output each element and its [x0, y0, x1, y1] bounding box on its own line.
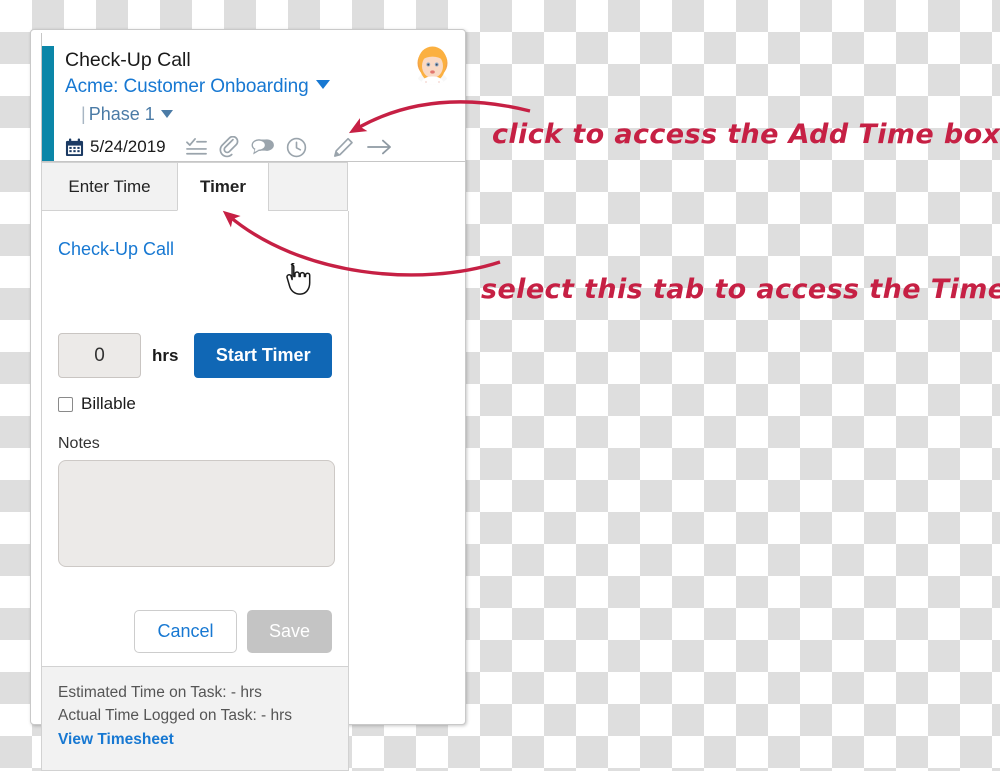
task-header: Check-Up Call Acme: Customer Onboarding … — [41, 33, 466, 162]
header-action-group — [333, 137, 392, 158]
calendar-icon — [65, 137, 84, 157]
tab-label: Timer — [200, 176, 246, 196]
hours-input[interactable] — [58, 333, 141, 378]
task-accent-bar — [42, 46, 54, 161]
project-link[interactable]: Acme: Customer Onboarding — [65, 76, 309, 97]
billable-checkbox[interactable] — [58, 396, 73, 412]
arrow-right-icon[interactable] — [366, 138, 392, 156]
phase-divider: | — [81, 104, 86, 124]
chevron-down-icon[interactable] — [315, 80, 330, 89]
checklist-icon[interactable] — [185, 137, 207, 158]
tab-enter-time[interactable]: Enter Time — [41, 162, 178, 211]
tab-bar: Enter Time Timer — [41, 162, 349, 211]
add-time-panel: Check-Up Call Acme: Customer Onboarding … — [41, 33, 466, 771]
time-summary-footer: Estimated Time on Task: - hrs Actual Tim… — [41, 666, 349, 771]
header-icon-group — [185, 136, 307, 158]
billable-row[interactable]: Billable — [58, 394, 332, 414]
view-timesheet-link[interactable]: View Timesheet — [58, 727, 174, 752]
cancel-button[interactable]: Cancel — [134, 610, 237, 653]
notes-textarea[interactable] — [58, 460, 335, 567]
start-timer-button[interactable]: Start Timer — [194, 333, 332, 378]
task-name-link[interactable]: Check-Up Call — [58, 211, 332, 260]
tab-timer[interactable]: Timer — [177, 162, 269, 211]
phase-row: | Phase 1 — [65, 101, 457, 129]
tab-blank[interactable] — [268, 162, 348, 211]
chevron-down-icon[interactable] — [160, 110, 173, 118]
billable-label: Billable — [81, 394, 136, 413]
annotation-click-add-time: click to access the Add Time box — [492, 119, 1000, 150]
timer-controls-row: hrs Start Timer — [58, 333, 332, 378]
timer-form: Check-Up Call hrs Start Timer Billable N… — [41, 211, 349, 666]
estimated-time-text: Estimated Time on Task: - hrs — [58, 684, 262, 701]
pencil-icon[interactable] — [333, 137, 354, 158]
project-row: Acme: Customer Onboarding — [65, 73, 457, 101]
save-button[interactable]: Save — [247, 610, 332, 653]
phase-link[interactable]: Phase 1 — [89, 104, 155, 124]
task-card: Check-Up Call Acme: Customer Onboarding … — [30, 29, 466, 771]
chat-bubble-icon[interactable] — [251, 137, 274, 157]
tab-label: Enter Time — [68, 176, 151, 196]
task-date: 5/24/2019 — [90, 137, 166, 156]
clock-icon[interactable] — [286, 137, 307, 158]
notes-label: Notes — [58, 435, 100, 452]
avatar[interactable] — [412, 44, 453, 85]
hours-unit-label: hrs — [152, 345, 179, 365]
mouse-cursor-icon — [283, 261, 313, 304]
paperclip-icon[interactable] — [219, 136, 239, 158]
annotation-select-timer-tab: select this tab to access the Timer — [481, 274, 1000, 305]
task-meta-row: 5/24/2019 — [65, 134, 457, 160]
actual-time-text: Actual Time Logged on Task: - hrs — [58, 707, 293, 724]
page-title: Check-Up Call — [65, 49, 191, 71]
form-actions: Cancel Save — [58, 610, 332, 653]
